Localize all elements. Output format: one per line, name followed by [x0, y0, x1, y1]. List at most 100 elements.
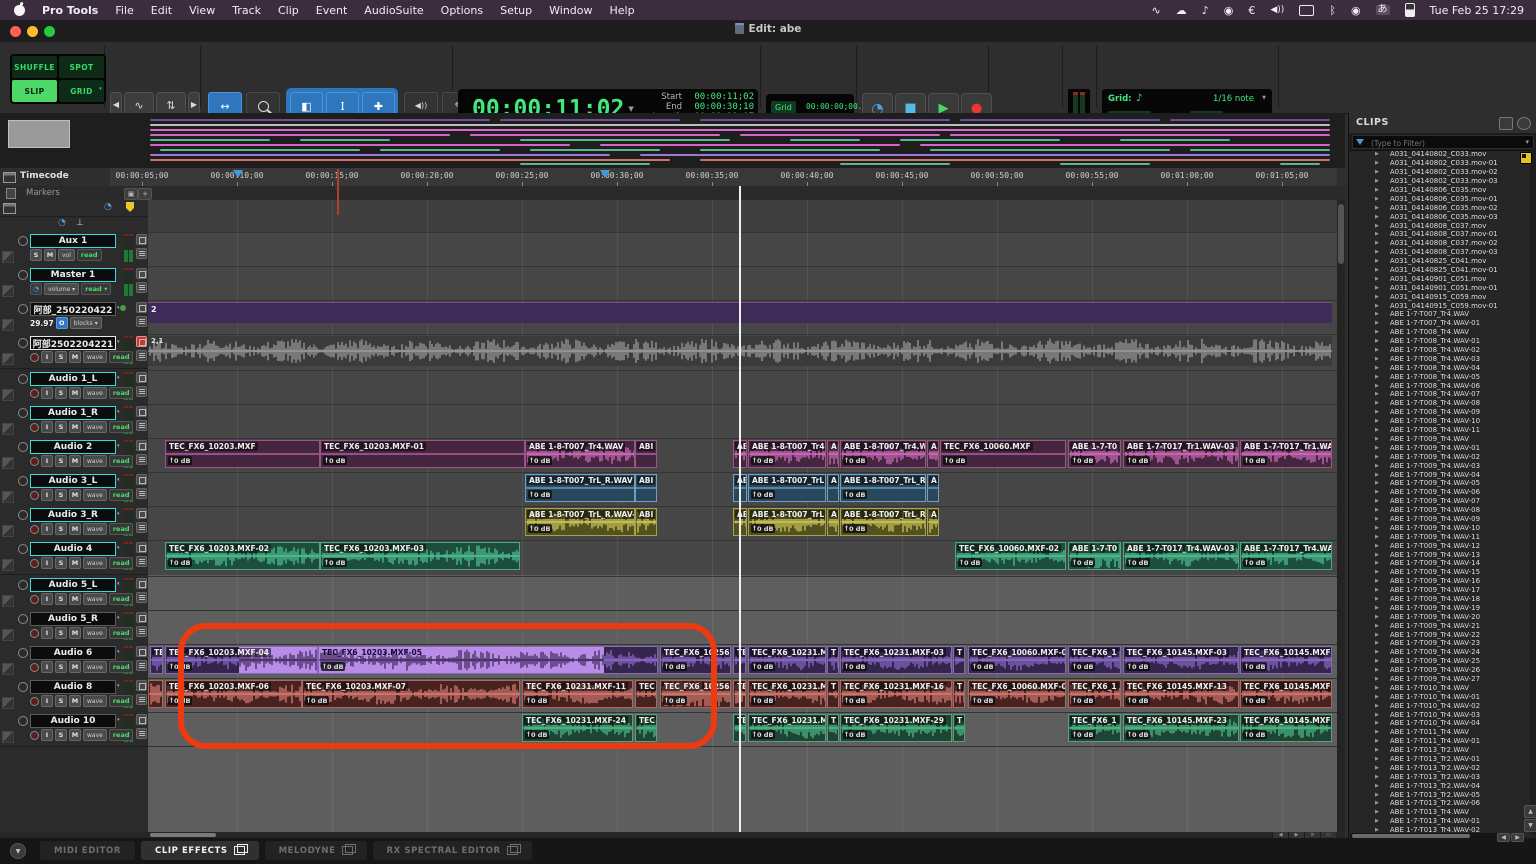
track-m-button[interactable]: M [69, 729, 81, 741]
automation-mode-button[interactable]: read [109, 387, 134, 399]
clip-list-item[interactable]: ▶ABE 1-7-T009_Tr4.WAV-16 [1349, 577, 1529, 586]
clips-filter-input[interactable] [1369, 136, 1513, 150]
clip-list-item[interactable]: ▶ABE 1-7-T009_Tr4.WAV-22 [1349, 630, 1529, 639]
selection-end-value[interactable]: 00:00:30;10 [686, 102, 754, 112]
clip-list-item[interactable]: ▶ABE 1-7-T013_Tr2.WAV-05 [1349, 790, 1529, 799]
track-view-selector[interactable]: vol [58, 249, 75, 261]
audio-clip[interactable]: TEC_FX6_10060.MXF†0 dB [940, 440, 1066, 468]
sync-clock-icon[interactable]: ◔ [58, 218, 66, 228]
playlist-button[interactable] [136, 406, 147, 417]
clip-list-item[interactable]: ▶A031_04140825_C041.mov [1349, 257, 1529, 266]
clip-list-item[interactable]: ▶A031_04140808_C037.mov [1349, 221, 1529, 230]
track-i-button[interactable]: I [41, 695, 53, 707]
track-m-button[interactable]: M [69, 351, 81, 363]
audio-clip[interactable] [148, 680, 163, 708]
collapse-arrow-icon[interactable] [18, 408, 28, 418]
audio-clip[interactable]: ABE 1-7-T0†0 dB [1068, 542, 1121, 570]
menu-item-clip[interactable]: Clip [278, 4, 299, 17]
automation-mode-button[interactable]: read ▾ [81, 283, 111, 295]
track-i-button[interactable]: I [41, 557, 53, 569]
automation-icon[interactable] [2, 525, 14, 537]
automation-icon[interactable] [2, 629, 14, 641]
clip-list-item[interactable]: ▶ABE 1-7-T009_Tr4.WAV-08 [1349, 506, 1529, 515]
collapse-arrow-icon[interactable] [18, 338, 28, 348]
keyboard-focus-shield-icon[interactable] [126, 202, 134, 212]
automation-icon[interactable] [2, 251, 14, 263]
track-name-2502204221[interactable]: 阿部2502204221 [30, 336, 116, 350]
clip-list-item[interactable]: ▶ABE 1-7-T009_Tr4.WAV-09 [1349, 515, 1529, 524]
markers-ruler[interactable]: Markers ▣ + [0, 186, 1345, 200]
track-options-arrow[interactable]: ▾ [117, 649, 120, 655]
audio-clip[interactable]: AB [733, 440, 747, 468]
playlist-button[interactable] [136, 680, 147, 691]
audio-clip[interactable]: ABE 1-7-T0†0 dB [1068, 440, 1121, 468]
menu-item-track[interactable]: Track [232, 4, 261, 17]
video-clip-bar[interactable]: 2 [148, 302, 1332, 323]
timecode-ruler[interactable]: 00:00:05;0000:00:10;0000:00:15;0000:00:2… [110, 168, 1337, 187]
playlist-button[interactable] [136, 302, 147, 313]
selection-start-value[interactable]: 00:00:11;02 [686, 92, 754, 102]
automation-mode-button[interactable]: read [109, 489, 134, 501]
audio-clip[interactable]: TEC_FX6_10203.MXF-05†0 dB [318, 646, 658, 674]
audio-clip[interactable]: ABE 1-7-T017_Tr4.WA†0 dB [1240, 542, 1332, 570]
audio-clip[interactable]: TEC_FX6_10145.MXF-13†0 dB [1123, 680, 1239, 708]
track-view-selector[interactable]: volume ▾ [44, 283, 79, 295]
track-s-button[interactable]: S [55, 557, 67, 569]
hscroll-thumb[interactable] [150, 833, 216, 837]
track-options-arrow[interactable]: ▾ [117, 409, 120, 415]
collapse-arrow-icon[interactable] [18, 580, 28, 590]
audio-clip[interactable]: TEC_FX6_10256.M†0 dB [660, 680, 731, 708]
track-i-button[interactable]: I [41, 421, 53, 433]
track-view-selector[interactable]: wave [83, 729, 107, 741]
track-s-button[interactable]: S [55, 661, 67, 673]
audio-clip[interactable]: TEC_FX6_10060.MXF-03†0 dB [968, 646, 1066, 674]
audio-clip[interactable]: TEC [635, 680, 657, 708]
track-options-arrow[interactable]: ▾ [117, 477, 120, 483]
tab-clip-effects[interactable]: CLIP EFFECTS [141, 841, 259, 860]
audio-clip[interactable]: TEC_FX6_1†0 dB [1068, 646, 1121, 674]
clip-list-item[interactable]: ▶ABE 1-7-T013_Tr2.WAV-06 [1349, 799, 1529, 808]
clip-list-item[interactable]: ▶ABE 1-7-T009_Tr4.WAV-27 [1349, 675, 1529, 684]
tab-midi-editor[interactable]: MIDI EDITOR [40, 841, 135, 860]
automation-mode-button[interactable]: read [77, 249, 102, 261]
automation-icon[interactable] [2, 697, 14, 709]
audio-clip[interactable]: AB [733, 508, 747, 536]
grid-note-dropdown-icon[interactable]: ▼ [1262, 95, 1266, 101]
audio-clip[interactable]: TEC_FX6_10231.MXF-24†0 dB [522, 714, 633, 742]
clip-list-item[interactable]: ▶ABE 1-7-T009_Tr4.WAV-17 [1349, 586, 1529, 595]
audio-clip[interactable]: TEC_FX6_10231.MXF-16†0 dB [840, 680, 952, 708]
track-options-arrow[interactable]: ▾ [117, 581, 120, 587]
clip-list-item[interactable]: ▶ABE 1-7-T009_Tr4.WAV-15 [1349, 568, 1529, 577]
clip-list-item[interactable]: ▶ABE 1-7-T008_Tr4.WAV-04 [1349, 363, 1529, 372]
clip-list-item[interactable]: ▶ABE 1-7-T009_Tr4.WAV-20 [1349, 612, 1529, 621]
editor-collapse-button[interactable]: ▼ [10, 843, 26, 859]
clip-list-item[interactable]: ▶ABE 1-7-T013_Tr2.WAV-04 [1349, 781, 1529, 790]
clip-list-item[interactable]: ▶ABE 1-7-T010_Tr4.WAV-04 [1349, 719, 1529, 728]
collapse-arrow-icon[interactable] [18, 614, 28, 624]
audio-clip[interactable]: TEC_FX6_10145.MXF-†0 dB [1240, 680, 1332, 708]
clip-list-item[interactable]: ▶ABE 1-7-T008_Tr4.WAV-09 [1349, 408, 1529, 417]
comments-button[interactable] [136, 454, 147, 465]
clip-list-item[interactable]: ▶ABE 1-7-T007_Tr4.WAV-01 [1349, 319, 1529, 328]
automation-icon[interactable] [2, 457, 14, 469]
track-i-button[interactable]: I [41, 387, 53, 399]
track-i-button[interactable]: I [41, 593, 53, 605]
input-monitor-button[interactable] [30, 457, 39, 466]
track-view-selector[interactable]: wave [83, 489, 107, 501]
playlist-button[interactable] [136, 578, 147, 589]
display-icon[interactable] [1299, 5, 1314, 16]
input-monitor-button[interactable] [30, 731, 39, 740]
clip-list-item[interactable]: ▶ABE 1-7-T009_Tr4.WAV-14 [1349, 559, 1529, 568]
selection-start-marker[interactable] [233, 170, 243, 178]
playlist-button[interactable] [136, 508, 147, 519]
automation-mode-button[interactable]: read [109, 593, 134, 605]
playlist-button[interactable] [136, 474, 147, 485]
menu-item-edit[interactable]: Edit [151, 4, 172, 17]
track-s-button[interactable]: S [55, 387, 67, 399]
track-options-arrow[interactable]: ▾ [117, 339, 120, 345]
clips-scroll-down-button[interactable]: ▼ [1524, 819, 1536, 832]
automation-icon[interactable] [2, 353, 14, 365]
clip-list-item[interactable]: ▶A031_04140915_C059.mov [1349, 292, 1529, 301]
track-view-selector[interactable]: wave [83, 387, 107, 399]
clip-list-item[interactable]: ▶A031_04140802_C033.mov-03 [1349, 177, 1529, 186]
